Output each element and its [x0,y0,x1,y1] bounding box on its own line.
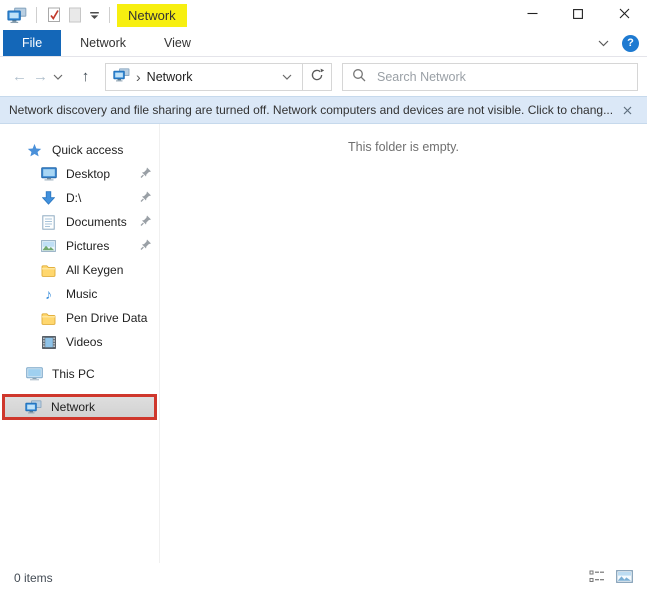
sidebar-item-label: Documents [66,215,127,229]
sidebar-item-music[interactable]: ♪ Music [0,282,159,306]
sidebar-item-pen-drive-data[interactable]: Pen Drive Data [0,306,159,330]
empty-folder-message: This folder is empty. [348,140,459,154]
film-icon [40,335,57,349]
sidebar-item-label: All Keygen [66,263,124,277]
search-box[interactable] [342,62,638,91]
document-icon [40,214,57,230]
forward-button[interactable]: → [30,69,51,84]
maximize-icon [573,8,583,22]
sidebar-item-all-keygen[interactable]: All Keygen [0,258,159,282]
items-count: 0 items [14,571,53,585]
close-button[interactable] [601,0,647,30]
up-button[interactable]: ↑ [75,69,96,84]
sidebar-item-label: Desktop [66,167,111,181]
sidebar-item-label: D:\ [66,191,82,205]
sidebar-item-label: This PC [52,367,95,381]
network-computers-icon [113,68,130,85]
sidebar-item-label: Quick access [52,143,124,157]
body-area: Quick access Desktop D:\ Documents Pictures A… [0,124,647,563]
sidebar-item-label: Pen Drive Data [66,311,148,325]
music-note-icon: ♪ [45,286,52,302]
refresh-icon [310,68,325,85]
minimize-icon [527,8,538,22]
minimize-button[interactable] [509,0,555,30]
content-pane: This folder is empty. [160,124,647,563]
back-button[interactable]: ← [9,69,30,84]
toolbar-separator [109,7,110,23]
tab-network[interactable]: Network [61,30,145,56]
sidebar-item-label: Music [66,287,98,301]
quick-access-toolbar [7,7,112,24]
sidebar-item-label: Videos [66,335,103,349]
folder-icon [40,312,57,325]
address-bar[interactable]: › Network [105,62,332,91]
folder-icon [40,264,57,277]
address-dropdown-chevron-icon[interactable] [279,74,295,80]
notification-text[interactable]: Network discovery and file sharing are t… [9,103,617,117]
pin-icon [140,239,152,254]
network-computers-icon [25,400,42,414]
notification-bar: Network discovery and file sharing are t… [0,96,647,124]
address-row: ← → ↑ › Network [0,57,647,96]
window-controls [509,0,647,30]
help-button[interactable]: ? [622,34,639,52]
recent-locations-chevron-icon[interactable] [53,74,63,80]
status-bar: 0 items [0,563,647,593]
qat-properties-button[interactable] [46,7,61,23]
sidebar-item-quick-access[interactable]: Quick access [0,138,159,162]
sidebar-item-this-pc[interactable]: This PC [0,362,159,386]
qat-customize-chevron-icon[interactable] [89,11,100,20]
sidebar-item-desktop[interactable]: Desktop [0,162,159,186]
close-icon [619,8,630,22]
maximize-button[interactable] [555,0,601,30]
tab-view[interactable]: View [145,30,210,56]
sidebar-item-network[interactable]: Network [2,394,157,420]
sidebar-item-d[interactable]: D:\ [0,186,159,210]
pin-icon [140,215,152,230]
thumbnail-view-button[interactable] [616,570,633,586]
network-computers-icon [7,7,27,24]
sidebar-item-label: Network [51,400,96,414]
star-icon [26,143,43,157]
navigation-pane: Quick access Desktop D:\ Documents Pictures A… [0,124,160,563]
tab-file[interactable]: File [3,30,62,56]
search-input[interactable] [375,68,628,85]
pin-icon [140,191,152,206]
sidebar-item-videos[interactable]: Videos [0,330,159,354]
qat-newfolder-button[interactable] [68,7,82,23]
search-icon [352,68,366,85]
monitor-icon [40,167,57,181]
down-arrow-icon [40,191,57,205]
computer-icon [26,367,43,381]
breadcrumb[interactable]: Network [147,70,193,84]
toolbar-separator [36,7,37,23]
explorer-window: Network File Network View ? ← → ↑ › Netw… [0,0,647,593]
sidebar-item-documents[interactable]: Documents [0,210,159,234]
thumbnail-view-icon [616,570,633,586]
window-title: Network [117,3,187,27]
details-view-icon [589,570,605,586]
title-bar: Network [0,0,647,30]
ribbon-tab-row: File Network View ? [0,30,647,57]
sidebar-item-label: Pictures [66,239,110,253]
details-view-button[interactable] [589,570,605,586]
sidebar-item-pictures[interactable]: Pictures [0,234,159,258]
pin-icon [140,167,152,182]
picture-icon [40,240,57,252]
notification-close-button[interactable] [617,106,638,115]
breadcrumb-arrow-icon: › [136,68,141,85]
minimize-ribbon-chevron-icon[interactable] [598,36,609,50]
refresh-button[interactable] [302,63,331,90]
